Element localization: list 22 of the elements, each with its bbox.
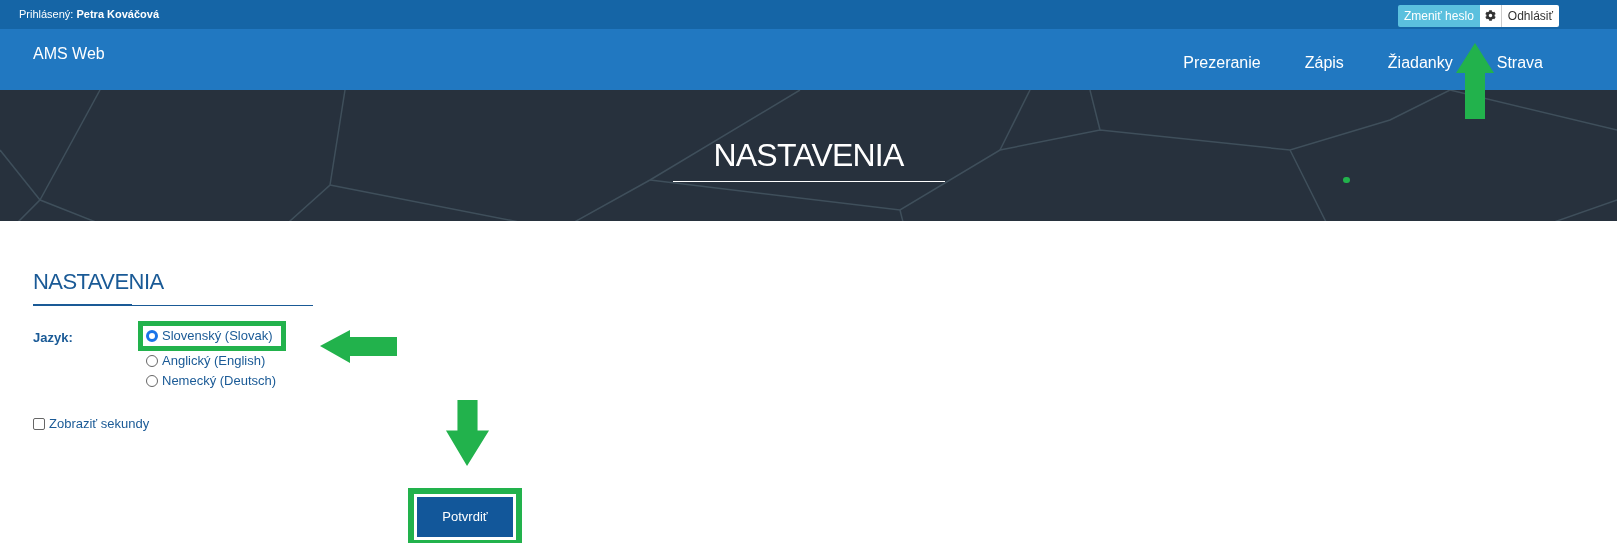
show-seconds-option[interactable]: Zobraziť sekundy [33, 414, 1617, 434]
radio-button[interactable] [146, 355, 158, 367]
confirm-button[interactable]: Potvrdiť [417, 496, 513, 537]
section-heading: NASTAVENIA [33, 271, 165, 293]
logout-button[interactable]: Odhlásiť [1501, 4, 1559, 27]
language-option[interactable]: Anglický (English) [146, 351, 286, 371]
checkbox[interactable] [33, 417, 45, 430]
language-option[interactable]: Slovenský (Slovak) [146, 326, 281, 346]
logged-in-text: Prihlásený: Petra Kováčová [19, 7, 160, 23]
settings-icon [1484, 10, 1496, 21]
nav-link[interactable]: Žiadanky [1387, 50, 1453, 75]
language-label: Jazyk: [33, 329, 74, 347]
language-option[interactable]: Nemecký (Deutsch) [146, 371, 286, 391]
settings-button[interactable] [1479, 4, 1502, 27]
radio-button[interactable] [146, 375, 158, 387]
nav-link[interactable]: Zápis [1304, 50, 1344, 75]
nav-link[interactable]: Prezeranie [1183, 50, 1261, 75]
nav-link[interactable]: Strava [1496, 50, 1543, 75]
brand-title[interactable]: AMS Web [33, 41, 105, 66]
radio-button[interactable] [146, 330, 158, 342]
annotation-arrow [445, 400, 490, 466]
banner-title: NASTAVENIA [713, 139, 904, 171]
